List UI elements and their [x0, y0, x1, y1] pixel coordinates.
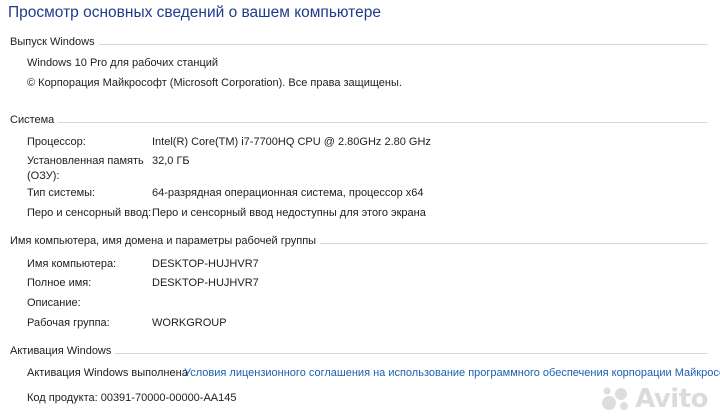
section-header-system: Система: [10, 114, 708, 128]
product-id: Код продукта: 00391-70000-00000-AA145: [27, 392, 237, 404]
section-divider: [10, 44, 708, 45]
pen-touch-value: Перо и сенсорный ввод недоступны для это…: [152, 207, 426, 219]
activation-status: Активация Windows выполнена: [27, 367, 188, 379]
section-header-activation-label: Активация Windows: [10, 345, 116, 357]
pen-touch-label: Перо и сенсорный ввод:: [27, 207, 152, 219]
full-name-value: DESKTOP-HUJHVR7: [152, 277, 259, 289]
computer-name-value: DESKTOP-HUJHVR7: [152, 258, 259, 270]
workgroup-value: WORKGROUP: [152, 317, 227, 329]
section-header-edition-label: Выпуск Windows: [10, 36, 99, 48]
license-terms-link[interactable]: Условия лицензионного соглашения на испо…: [184, 367, 720, 379]
windows-edition-name: Windows 10 Pro для рабочих станций: [27, 57, 219, 69]
section-divider: [10, 122, 708, 123]
system-type-value: 64-разрядная операционная система, проце…: [152, 187, 424, 199]
section-header-activation: Активация Windows: [10, 345, 708, 359]
page-title: Просмотр основных сведений о вашем компь…: [8, 4, 381, 21]
avito-watermark: Avito: [601, 384, 708, 414]
copyright-text: © Корпорация Майкрософт (Microsoft Corpo…: [27, 77, 402, 89]
section-header-computer-name-label: Имя компьютера, имя домена и параметры р…: [10, 235, 321, 247]
computer-name-label: Имя компьютера:: [27, 258, 117, 270]
full-name-label: Полное имя:: [27, 277, 92, 289]
processor-value: Intel(R) Core(TM) i7-7700HQ CPU @ 2.80GH…: [152, 136, 431, 148]
avito-logo-icon: [602, 387, 629, 410]
processor-label: Процессор:: [27, 136, 86, 148]
section-header-system-label: Система: [10, 114, 59, 126]
system-type-label: Тип системы:: [27, 187, 96, 199]
memory-value: 32,0 ГБ: [152, 155, 190, 167]
workgroup-label: Рабочая группа:: [27, 317, 110, 329]
section-header-edition: Выпуск Windows: [10, 36, 708, 50]
section-header-computer-name: Имя компьютера, имя домена и параметры р…: [10, 235, 708, 249]
description-label: Описание:: [27, 297, 81, 309]
avito-watermark-text: Avito: [635, 384, 708, 414]
memory-label: Установленная память (ОЗУ):: [27, 155, 144, 182]
